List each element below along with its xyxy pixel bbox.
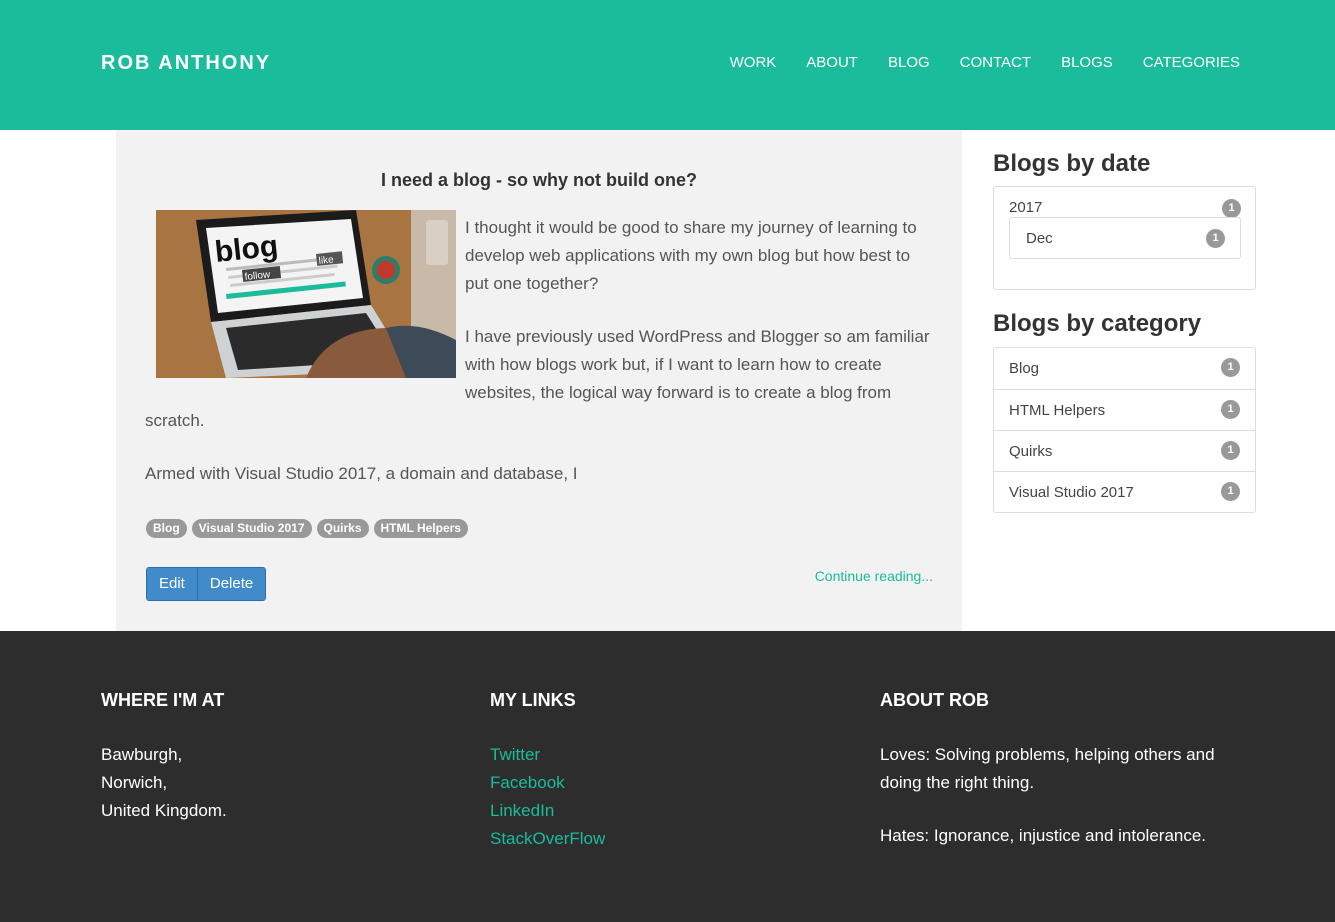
twitter-link[interactable]: Twitter [490, 741, 850, 769]
category-item-visual-studio-2017[interactable]: Visual Studio 2017 1 [994, 471, 1255, 512]
category-item-html-helpers[interactable]: HTML Helpers 1 [994, 389, 1255, 430]
blog-post: I need a blog - so why not build one? bl… [116, 130, 962, 631]
footer-links: MY LINKS Twitter Facebook LinkedIn Stack… [490, 690, 850, 853]
footer-location-heading: WHERE I'M AT [101, 690, 225, 710]
post-tags: Blog Visual Studio 2017 Quirks HTML Help… [146, 519, 473, 538]
tag-html-helpers[interactable]: HTML Helpers [373, 519, 468, 538]
footer-links-heading: MY LINKS [490, 690, 576, 710]
tag-blog[interactable]: Blog [146, 519, 187, 538]
site-footer: WHERE I'M AT Bawburgh, Norwich, United K… [0, 631, 1335, 922]
footer-about-heading: ABOUT ROB [880, 690, 989, 710]
tag-quirks[interactable]: Quirks [316, 519, 369, 538]
category-count-badge: 1 [1221, 482, 1240, 501]
year-count-badge: 1 [1222, 199, 1241, 218]
category-label: Quirks [1009, 443, 1053, 460]
category-item-blog[interactable]: Blog 1 [994, 348, 1255, 389]
month-label: Dec [1026, 230, 1053, 247]
nav-blogs[interactable]: BLOGS [1061, 54, 1113, 71]
about-hates: Hates: Ignorance, injustice and intolera… [880, 826, 1207, 845]
blogs-by-category-list: Blog 1 HTML Helpers 1 Quirks 1 Visual St… [993, 347, 1256, 513]
nav-work[interactable]: WORK [730, 54, 777, 71]
edit-button[interactable]: Edit [147, 568, 197, 600]
blogs-by-category-heading: Blogs by category [993, 310, 1202, 337]
month-count-badge: 1 [1206, 229, 1225, 248]
tag-visual-studio-2017[interactable]: Visual Studio 2017 [191, 519, 312, 538]
nav-about[interactable]: ABOUT [806, 54, 858, 71]
address-line-2: Norwich, [101, 773, 168, 792]
linkedin-link[interactable]: LinkedIn [490, 797, 850, 825]
category-count-badge: 1 [1221, 400, 1240, 419]
nav-contact[interactable]: CONTACT [960, 54, 1031, 71]
blogs-by-date-list: 2017 1 Dec 1 [993, 186, 1256, 290]
category-count-badge: 1 [1221, 358, 1240, 377]
post-actions: Edit Delete [146, 567, 267, 601]
footer-about: ABOUT ROB Loves: Solving problems, helpi… [880, 690, 1240, 875]
category-item-quirks[interactable]: Quirks 1 [994, 430, 1255, 471]
post-excerpt: I thought it would be good to share my j… [145, 214, 935, 513]
address-line-3: United Kingdom. [101, 801, 227, 820]
main-nav: WORK ABOUT BLOG CONTACT BLOGS CATEGORIES [700, 54, 1240, 71]
about-loves: Loves: Solving problems, helping others … [880, 745, 1215, 792]
footer-location: WHERE I'M AT Bawburgh, Norwich, United K… [101, 690, 461, 825]
category-label: Blog [1009, 360, 1040, 377]
blogs-by-date-heading: Blogs by date [993, 150, 1151, 177]
continue-reading-link[interactable]: Continue reading... [815, 568, 933, 584]
delete-button[interactable]: Delete [196, 568, 266, 600]
post-paragraph-3: Armed with Visual Studio 2017, a domain … [145, 464, 578, 483]
month-item-dec[interactable]: Dec 1 [1009, 217, 1241, 259]
address-line-1: Bawburgh, [101, 745, 183, 764]
nav-blog[interactable]: BLOG [888, 54, 930, 71]
category-count-badge: 1 [1221, 441, 1240, 460]
brand-link[interactable]: ROB ANTHONY [101, 52, 271, 75]
post-title: I need a blog - so why not build one? [381, 170, 697, 190]
category-label: Visual Studio 2017 [1009, 484, 1134, 501]
facebook-link[interactable]: Facebook [490, 769, 850, 797]
site-header: ROB ANTHONY WORK ABOUT BLOG CONTACT BLOG… [0, 0, 1335, 130]
year-label: 2017 [1009, 199, 1043, 216]
nav-categories[interactable]: CATEGORIES [1143, 54, 1240, 71]
stackoverflow-link[interactable]: StackOverFlow [490, 825, 850, 853]
category-label: HTML Helpers [1009, 402, 1106, 419]
year-item-2017[interactable]: 2017 1 [1009, 199, 1241, 218]
